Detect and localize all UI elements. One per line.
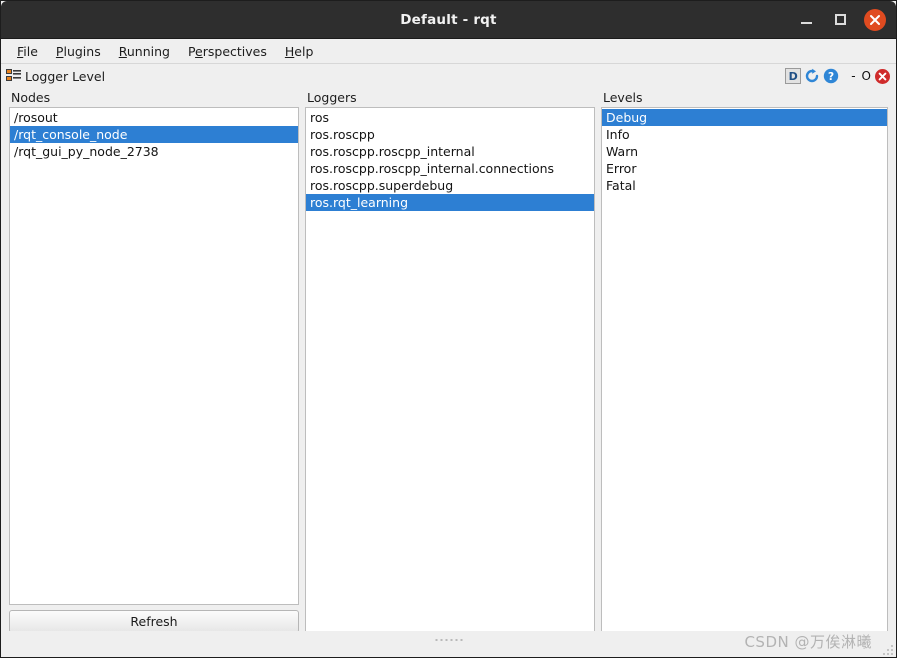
- menu-perspectives-post: rspectives: [202, 43, 267, 59]
- levels-header: Levels: [603, 90, 643, 105]
- nodes-header: Nodes: [11, 90, 51, 105]
- list-item[interactable]: ros.roscpp.superdebug: [306, 177, 594, 194]
- list-item[interactable]: ros.rqt_learning: [306, 194, 594, 211]
- title-bar: Default - rqt: [1, 1, 896, 39]
- menu-running-post: unning: [126, 43, 170, 59]
- list-item[interactable]: Info: [602, 126, 887, 143]
- splitter-dot: [445, 639, 447, 641]
- loggers-header: Loggers: [307, 90, 357, 105]
- help-icon[interactable]: ?: [822, 68, 839, 85]
- list-item[interactable]: ros.roscpp.roscpp_internal: [306, 143, 594, 160]
- rqt-main-window: Default - rqt File Plugins Running Persp…: [0, 0, 897, 658]
- splitter-dot: [450, 639, 452, 641]
- dock-widget-title-bar: Logger Level D ? - O: [1, 64, 896, 88]
- list-item[interactable]: /rosout: [10, 109, 298, 126]
- list-item[interactable]: ros: [306, 109, 594, 126]
- menu-perspectives[interactable]: Perspectives: [180, 42, 275, 61]
- svg-text:?: ?: [828, 71, 834, 83]
- nodes-panel: Nodes /rosout /rqt_console_node /rqt_gui…: [9, 88, 299, 633]
- levels-list[interactable]: Debug Info Warn Error Fatal: [601, 107, 888, 633]
- list-item[interactable]: /rqt_console_node: [10, 126, 298, 143]
- logger-level-content: Nodes /rosout /rqt_console_node /rqt_gui…: [1, 88, 896, 657]
- maximize-icon[interactable]: [830, 10, 850, 30]
- loggers-panel: Loggers ros ros.roscpp ros.roscpp.roscpp…: [305, 88, 595, 633]
- dock-title-label: Logger Level: [25, 68, 106, 84]
- minimize-icon[interactable]: [796, 10, 816, 30]
- dock-float-button[interactable]: -: [849, 70, 857, 82]
- list-item[interactable]: ros.roscpp: [306, 126, 594, 143]
- list-item[interactable]: Error: [602, 160, 887, 177]
- menu-plugins-post: lugins: [63, 43, 101, 59]
- close-icon[interactable]: [864, 8, 886, 31]
- list-item[interactable]: Fatal: [602, 177, 887, 194]
- dock-toolbar: D ? - O: [785, 68, 890, 85]
- watermark: CSDN @万俟淋曦: [744, 633, 872, 651]
- splitter-dot: [455, 639, 457, 641]
- refresh-button[interactable]: Refresh: [9, 610, 299, 633]
- levels-panel: Levels Debug Info Warn Error Fatal: [601, 88, 888, 633]
- menu-perspectives-mnemonic: e: [195, 43, 203, 59]
- splitter-handle[interactable]: [435, 639, 462, 641]
- menu-bar: File Plugins Running Perspectives Help: [1, 39, 896, 64]
- dock-title-left: Logger Level: [5, 68, 105, 85]
- menu-file-post: ile: [23, 43, 38, 59]
- menu-help-mnemonic: H: [284, 43, 295, 59]
- menu-file[interactable]: File: [9, 42, 46, 61]
- refresh-wrapper: Refresh: [9, 610, 299, 633]
- reload-icon[interactable]: [803, 68, 820, 85]
- list-item[interactable]: ros.roscpp.roscpp_internal.connections: [306, 160, 594, 177]
- status-strip: CSDN @万俟淋曦: [1, 631, 896, 657]
- splitter-dot: [435, 639, 437, 641]
- menu-perspectives-pre: P: [187, 43, 196, 59]
- dock-toggle-button[interactable]: D: [785, 68, 802, 84]
- window-title: Default - rqt: [400, 11, 497, 28]
- menu-help[interactable]: Help: [277, 42, 322, 61]
- menu-help-post: elp: [294, 43, 314, 59]
- loggers-list[interactable]: ros ros.roscpp ros.roscpp.roscpp_interna…: [305, 107, 595, 633]
- panel-splitter: Nodes /rosout /rqt_console_node /rqt_gui…: [9, 88, 888, 657]
- logger-level-icon: [5, 68, 22, 85]
- resize-grip[interactable]: [881, 643, 893, 655]
- window-controls: [796, 1, 888, 38]
- list-item[interactable]: /rqt_gui_py_node_2738: [10, 143, 298, 160]
- menu-plugins[interactable]: Plugins: [48, 42, 109, 61]
- menu-running-mnemonic: R: [118, 43, 127, 59]
- list-item[interactable]: Warn: [602, 143, 887, 160]
- splitter-dot: [440, 639, 442, 641]
- menu-running[interactable]: Running: [111, 42, 178, 61]
- list-item[interactable]: Debug: [602, 109, 887, 126]
- nodes-list[interactable]: /rosout /rqt_console_node /rqt_gui_py_no…: [9, 107, 299, 605]
- dock-close-icon[interactable]: [875, 68, 890, 84]
- splitter-dot: [460, 639, 462, 641]
- dock-undock-button[interactable]: O: [860, 70, 873, 82]
